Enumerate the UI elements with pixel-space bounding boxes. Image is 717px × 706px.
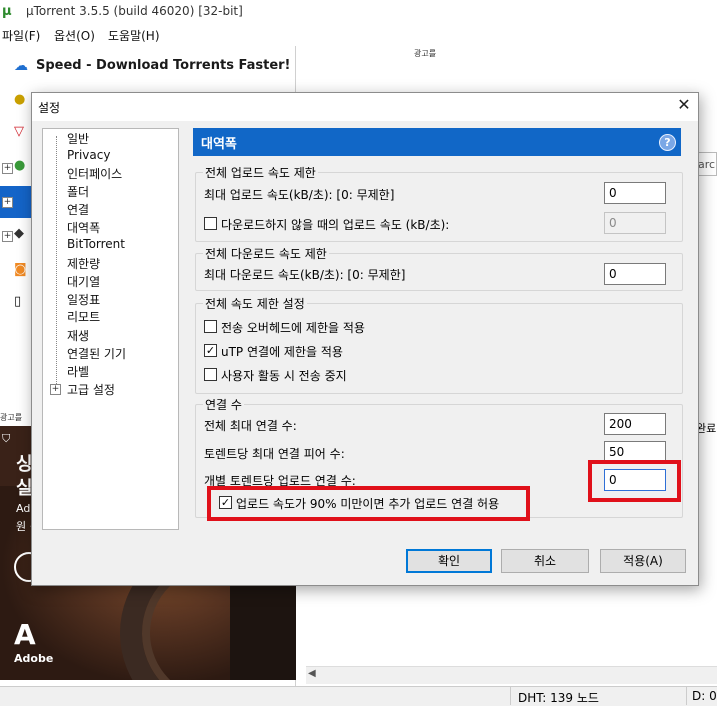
tree-item-connection[interactable]: 연결: [67, 201, 89, 218]
download-status: D: 0: [692, 689, 717, 703]
global-limit-settings-legend: 전체 속도 제한 설정: [203, 295, 307, 312]
adobe-logo-icon: A: [14, 618, 36, 651]
adobe-brand-label: Adobe: [14, 652, 54, 665]
user-activity-label: 사용자 활동 시 전송 중지: [221, 369, 347, 383]
tree-item-labels[interactable]: 라벨: [67, 363, 89, 380]
section-header: [193, 128, 681, 156]
promo-label: Speed - Download Torrents Faster!: [36, 58, 291, 73]
menu-help[interactable]: 도움말(H): [108, 27, 160, 44]
tree-item-remote[interactable]: 리모트: [67, 308, 100, 325]
overhead-checkbox[interactable]: [204, 320, 217, 333]
global-max-connections-input[interactable]: [604, 413, 666, 435]
expand-icon[interactable]: +: [2, 231, 13, 242]
tree-item-privacy[interactable]: Privacy: [67, 148, 110, 162]
tree-guide-line: [56, 136, 57, 394]
status-bar: [0, 686, 717, 706]
idle-upload-label: 다운로드하지 않을 때의 업로드 속도 (kB/초):: [221, 218, 450, 232]
apply-button[interactable]: 적용(A): [600, 549, 686, 573]
rss-icon[interactable]: ◙: [14, 262, 27, 277]
menu-options[interactable]: 옵션(O): [54, 27, 95, 44]
speedometer-icon: ☁: [14, 58, 28, 74]
tree-item-paired-devices[interactable]: 연결된 기기: [67, 345, 126, 362]
settings-tree: [42, 128, 179, 530]
highlight-box: [207, 486, 530, 521]
tree-item-scheduler[interactable]: 일정표: [67, 291, 100, 308]
tree-item-playback[interactable]: 재생: [67, 327, 89, 344]
dht-status: DHT: 139 노드: [518, 691, 599, 705]
torrents-icon[interactable]: ●: [14, 158, 25, 173]
status-divider: [510, 687, 511, 705]
menu-file[interactable]: 파일(F): [2, 27, 40, 44]
user-activity-checkbox[interactable]: [204, 368, 217, 381]
utp-checkbox[interactable]: ✓: [204, 344, 217, 357]
tree-item-interface[interactable]: 인터페이스: [67, 165, 122, 182]
tree-item-folders[interactable]: 폴더: [67, 183, 89, 200]
idle-upload-checkbox[interactable]: [204, 217, 217, 230]
tree-item-general[interactable]: 일반: [67, 130, 89, 147]
shield-icon: ⛉: [2, 432, 11, 445]
download-limit-legend: 전체 다운로드 속도 제한: [203, 245, 329, 262]
utp-label: uTP 연결에 제한을 적용: [221, 345, 343, 359]
global-max-connections-label: 전체 최대 연결 수:: [204, 419, 297, 433]
ad-label: 광고를: [0, 413, 23, 422]
promo-link[interactable]: ☁ Speed - Download Torrents Faster!: [0, 50, 296, 80]
menu-bar: 파일(F) 옵션(O) 도움말(H): [0, 24, 717, 46]
ok-button[interactable]: 확인: [406, 549, 492, 573]
app-title: µTorrent 3.5.5 (build 46020) [32-bit]: [26, 4, 243, 18]
tree-item-transfer-cap[interactable]: 제한량: [67, 255, 100, 272]
dialog-title: 설정: [38, 101, 61, 115]
section-title: 대역폭: [201, 137, 237, 152]
cancel-button[interactable]: 취소: [501, 549, 589, 573]
status-divider: [686, 687, 687, 705]
peers-per-torrent-label: 토렌트당 최대 연결 피어 수:: [204, 447, 345, 461]
bundle-icon[interactable]: ●: [14, 92, 25, 107]
dialog-title-bar: [32, 93, 698, 121]
max-download-label: 최대 다운로드 속도(kB/초): [0: 무제한]: [204, 268, 406, 282]
scroll-left-icon[interactable]: ◀: [308, 668, 316, 679]
status-column-header: 완료: [696, 422, 717, 435]
ad-label: 광고를: [414, 49, 437, 58]
label-tag-icon[interactable]: ◆: [14, 226, 24, 241]
idle-upload-input[interactable]: [604, 212, 666, 234]
expand-icon[interactable]: +: [2, 163, 13, 174]
tree-item-bittorrent[interactable]: BitTorrent: [67, 237, 125, 251]
search-input[interactable]: arch: [696, 152, 717, 176]
max-upload-input[interactable]: [604, 182, 666, 204]
help-icon[interactable]: ?: [659, 134, 676, 151]
expand-icon[interactable]: +: [50, 384, 61, 395]
close-icon[interactable]: ✕: [674, 95, 694, 115]
tree-item-bandwidth[interactable]: 대역폭: [67, 219, 100, 236]
tree-item-queueing[interactable]: 대기열: [67, 273, 100, 290]
horizontal-scrollbar[interactable]: [306, 666, 717, 684]
device-icon[interactable]: ▯: [14, 294, 21, 309]
overhead-label: 전송 오버헤드에 제한을 적용: [221, 321, 365, 335]
max-upload-label: 최대 업로드 속도(kB/초): [0: 무제한]: [204, 188, 395, 202]
connections-legend: 연결 수: [203, 396, 244, 413]
utorrent-logo-icon: µ: [2, 4, 12, 19]
expand-icon[interactable]: +: [2, 197, 13, 208]
max-download-input[interactable]: [604, 263, 666, 285]
upgrade-icon[interactable]: ▽: [14, 124, 24, 139]
upload-limit-legend: 전체 업로드 속도 제한: [203, 164, 318, 181]
tree-item-advanced[interactable]: 고급 설정: [67, 381, 115, 398]
highlight-box: [588, 460, 681, 502]
